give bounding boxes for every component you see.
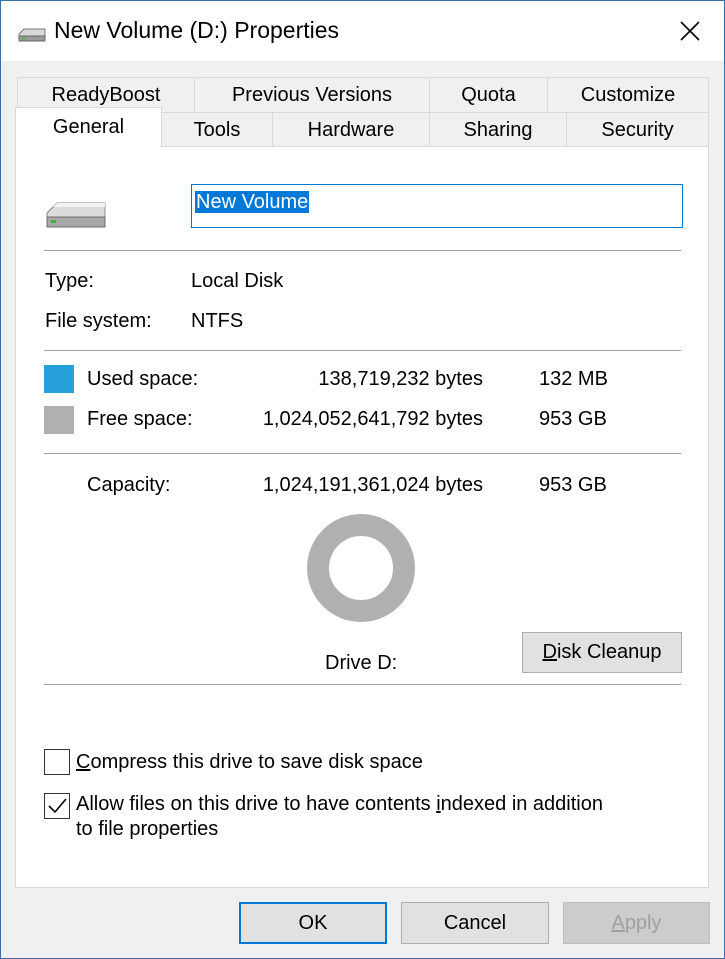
free-space-label: Free space: <box>87 408 193 430</box>
checkmark-icon <box>48 798 67 814</box>
close-button[interactable] <box>665 9 715 53</box>
tab-label: Previous Versions <box>231 83 393 106</box>
window-title: New Volume (D:) Properties <box>54 17 340 43</box>
drive-letter-label: Drive D: <box>325 652 398 674</box>
free-space-size: 953 GB <box>539 408 607 430</box>
capacity-size: 953 GB <box>539 474 607 496</box>
tab-quota[interactable]: Quota <box>429 77 548 113</box>
capacity-bytes: 1,024,191,361,024 bytes <box>262 474 483 496</box>
tab-label: ReadyBoost <box>51 83 161 106</box>
index-checkbox[interactable] <box>44 793 70 819</box>
divider <box>44 250 681 251</box>
drive-icon <box>18 28 46 42</box>
disk-cleanup-label: isk Cleanup <box>556 641 662 663</box>
tab-label: General <box>52 116 125 138</box>
index-text-b: ndexed in addition <box>440 793 603 815</box>
free-space-bytes: 1,024,052,641,792 bytes <box>262 408 483 430</box>
properties-dialog: New Volume (D:) Properties ReadyBoost Pr… <box>0 0 725 959</box>
compress-mnemonic: C <box>76 751 91 773</box>
tab-label: Customize <box>580 83 676 106</box>
used-space-label: Used space: <box>87 368 199 390</box>
tab-previous-versions[interactable]: Previous Versions <box>194 77 430 113</box>
divider <box>44 684 681 685</box>
tab-label: Hardware <box>307 118 395 141</box>
index-text-line2: to file properties <box>76 818 219 840</box>
ok-button[interactable]: OK <box>239 902 387 944</box>
free-space-ring <box>307 514 415 622</box>
tab-label: Sharing <box>463 118 533 141</box>
volume-name-selected-text: New Volume <box>195 191 310 213</box>
cancel-label: Cancel <box>443 911 507 934</box>
title-bar[interactable]: New Volume (D:) Properties <box>1 1 724 61</box>
tab-label: Security <box>601 118 674 141</box>
volume-name-input[interactable]: New Volume <box>191 184 683 228</box>
apply-label: pply <box>624 911 662 934</box>
tab-tools[interactable]: Tools <box>161 112 273 148</box>
compress-label[interactable]: Compress this drive to save disk space <box>76 750 423 775</box>
disk-usage-donut <box>307 514 415 622</box>
tab-security[interactable]: Security <box>566 112 709 148</box>
apply-button[interactable]: Apply <box>563 902 710 944</box>
file-system-label: File system: <box>45 310 152 332</box>
used-space-size: 132 MB <box>539 368 608 390</box>
tab-general[interactable]: General <box>15 107 162 147</box>
compress-checkbox[interactable] <box>44 749 70 775</box>
capacity-label: Capacity: <box>87 474 171 496</box>
index-label[interactable]: Allow files on this drive to have conten… <box>76 792 603 842</box>
cancel-button[interactable]: Cancel <box>401 902 549 944</box>
file-system-value: NTFS <box>191 310 244 332</box>
used-space-swatch <box>44 365 74 393</box>
tab-label: Tools <box>193 118 241 141</box>
free-space-swatch <box>44 406 74 434</box>
divider <box>44 453 681 454</box>
type-value: Local Disk <box>191 270 284 292</box>
apply-mnemonic: A <box>611 911 625 934</box>
index-text-a: Allow files on this drive to have conten… <box>76 793 437 815</box>
type-label: Type: <box>45 270 94 292</box>
ok-label: OK <box>298 911 328 934</box>
compress-text: ompress this drive to save disk space <box>90 751 423 773</box>
tab-hardware[interactable]: Hardware <box>272 112 430 148</box>
disk-cleanup-mnemonic: D <box>542 641 557 663</box>
used-space-bytes: 138,719,232 bytes <box>318 368 483 390</box>
disk-cleanup-button[interactable]: Disk Cleanup <box>522 632 682 673</box>
divider <box>44 350 681 351</box>
tab-label: Quota <box>461 83 516 106</box>
tab-sharing[interactable]: Sharing <box>429 112 567 148</box>
drive-icon <box>46 202 106 228</box>
close-icon <box>680 21 700 41</box>
tab-customize[interactable]: Customize <box>547 77 709 113</box>
